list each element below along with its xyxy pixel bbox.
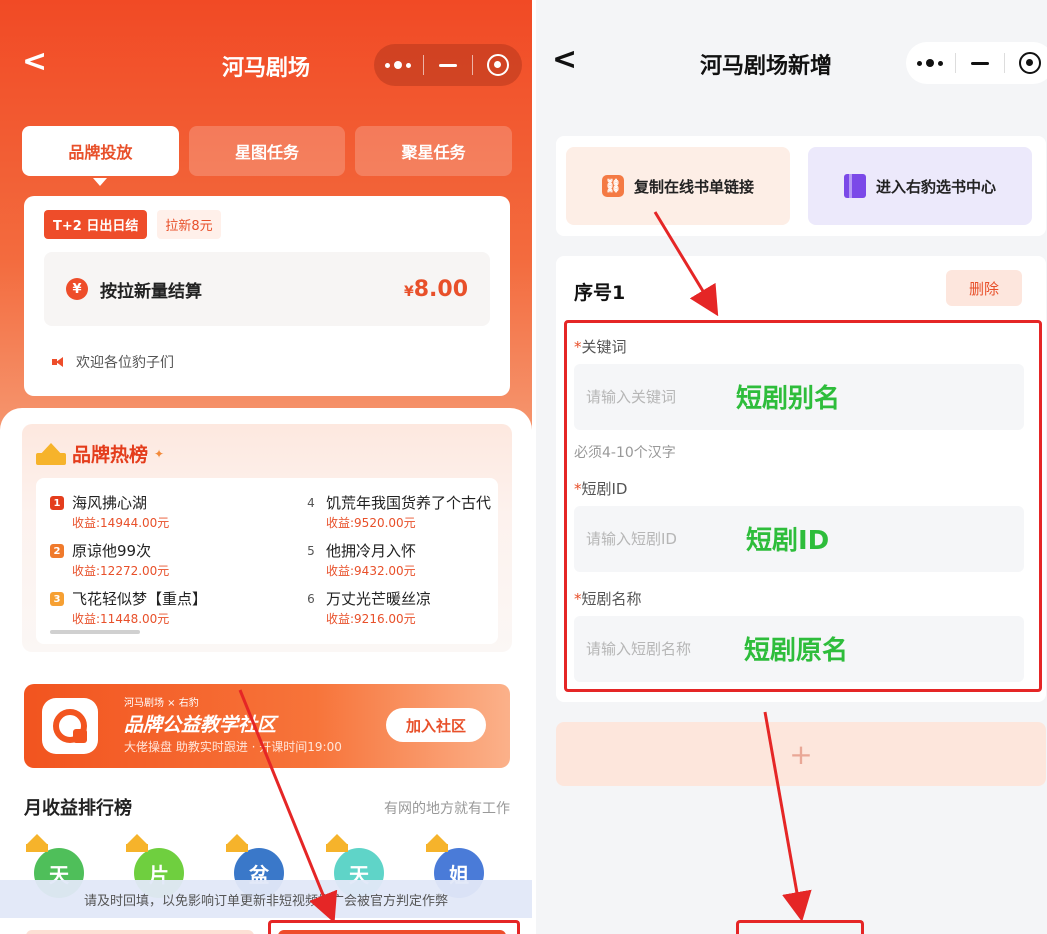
drama-income: 收益:9216.00元 (326, 612, 416, 626)
book-icon (843, 174, 866, 198)
coin-icon: ¥ (66, 278, 88, 300)
crown-icon (126, 834, 152, 852)
add-entry-button[interactable]: + (556, 722, 1046, 786)
entry-sequence-title: 序号1 (574, 282, 626, 304)
drama-income: 收益:11448.00元 (72, 612, 170, 626)
monthly-ranking-slogan: 有网的地方就有工作 (384, 801, 510, 817)
copy-link-label: 复制在线书单链接 (633, 177, 754, 196)
drama-income: 收益:14944.00元 (72, 516, 170, 530)
monthly-ranking-title: 月收益排行榜 (24, 798, 132, 819)
drama-name: 饥荒年我国货养了个古代 (326, 494, 492, 512)
drama-income: 收益:12272.00元 (72, 564, 170, 578)
community-title: 品牌公益教学社区 (124, 714, 277, 736)
community-subtitle: 大佬操盘 助教实时跟进 · 开课时间19:00 (124, 740, 342, 754)
notice-bar: 欢迎各位豹子们 (52, 352, 174, 372)
join-community-button[interactable]: 加入社区 (386, 708, 486, 742)
task-tabs: 品牌投放 星图任务 聚星任务 (22, 126, 513, 186)
mini-program-capsule (906, 42, 1047, 84)
settlement-card: T+2 日出日结 拉新8元 ¥ 按拉新量结算 ¥8.00 欢迎各位豹子们 (24, 196, 510, 396)
delete-button[interactable]: 删除 (946, 270, 1022, 306)
close-target-icon[interactable] (1005, 52, 1047, 74)
rank-badge: 2 (50, 544, 64, 558)
quick-actions: ⛓ 复制在线书单链接 进入右豹选书中心 (556, 136, 1046, 236)
minimize-icon[interactable] (424, 63, 473, 67)
crown-icon (26, 834, 52, 852)
community-tag: 河马剧场 × 右豹 (124, 698, 199, 709)
community-banner[interactable]: 河马剧场 × 右豹 品牌公益教学社区 大佬操盘 助教实时跟进 · 开课时间19:… (24, 684, 510, 768)
settlement-row[interactable]: ¥ 按拉新量结算 ¥8.00 (44, 252, 490, 326)
list-item[interactable]: 4 饥荒年我国货养了个古代 收益:9520.00元 (304, 492, 532, 538)
link-icon: ⛓ (601, 175, 624, 197)
speaker-icon (52, 357, 64, 367)
drama-name: 万丈光芒暖丝凉 (326, 590, 432, 608)
settlement-price: ¥8.00 (403, 276, 468, 302)
list-item[interactable]: 2 原谅他99次 收益:12272.00元 (50, 540, 280, 586)
sparkle-icon: ✦ (154, 446, 165, 461)
mini-program-capsule (374, 44, 522, 86)
rank-badge: 1 (50, 496, 64, 510)
list-item[interactable]: 3 飞花轻似梦【重点】 收益:11448.00元 (50, 588, 280, 634)
drama-name: 飞花轻似梦【重点】 (72, 590, 208, 608)
book-center-label: 进入右豹选书中心 (875, 177, 996, 196)
rank-number: 5 (307, 544, 315, 558)
settlement-badge: T+2 日出日结 (44, 210, 148, 239)
left-screen: < 河马剧场 品牌投放 星图任务 聚星任务 T+2 日出日结 拉新8元 ¥ 按拉… (0, 0, 532, 934)
form-highlight-box (564, 320, 1042, 692)
close-target-icon[interactable] (473, 54, 522, 76)
secondary-bottom-button[interactable] (26, 930, 254, 934)
tab-brand[interactable]: 品牌投放 (22, 126, 179, 186)
minimize-icon[interactable] (956, 61, 1005, 65)
crown-icon (36, 442, 66, 465)
settlement-label: 按拉新量结算 (100, 281, 202, 302)
bottom-button-highlight-box (268, 920, 520, 934)
crown-icon (326, 834, 352, 852)
tab-xingtu[interactable]: 星图任务 (188, 126, 346, 176)
copy-booklist-link-button[interactable]: ⛓ 复制在线书单链接 (566, 147, 790, 225)
rank-number: 6 (307, 592, 315, 606)
drama-income: 收益:9432.00元 (326, 564, 416, 578)
drama-name: 他拥冷月入怀 (326, 542, 417, 560)
book-center-button[interactable]: 进入右豹选书中心 (808, 147, 1032, 225)
more-icon[interactable] (374, 61, 423, 69)
bottom-notice: 请及时回填，以免影响订单更新非短视频推广会被官方判定作弊 (0, 880, 532, 918)
drama-name: 海风拂心湖 (72, 494, 148, 512)
horizontal-scrollbar[interactable] (50, 630, 140, 634)
drama-income: 收益:9520.00元 (326, 516, 416, 530)
list-item[interactable]: 1 海风拂心湖 收益:14944.00元 (50, 492, 280, 538)
rank-number: 4 (307, 496, 315, 510)
rank-badge: 3 (50, 592, 64, 606)
more-icon[interactable] (906, 59, 955, 67)
list-item[interactable]: 6 万丈光芒暖丝凉 收益:9216.00元 (304, 588, 532, 634)
submit-highlight-box (736, 920, 864, 934)
drama-name: 原谅他99次 (72, 542, 152, 560)
notice-text: 欢迎各位豹子们 (76, 355, 174, 371)
brand-hot-list: 品牌热榜 ✦ 1 海风拂心湖 收益:14944.00元 2 原谅他99次 收益:… (22, 424, 512, 652)
crown-icon (226, 834, 252, 852)
hot-list-body: 1 海风拂心湖 收益:14944.00元 2 原谅他99次 收益:12272.0… (36, 478, 498, 644)
community-logo (42, 698, 98, 754)
crown-icon (426, 834, 452, 852)
list-item[interactable]: 5 他拥冷月入怀 收益:9432.00元 (304, 540, 532, 586)
reward-badge: 拉新8元 (157, 210, 221, 239)
tab-juxing[interactable]: 聚星任务 (355, 126, 513, 176)
hot-list-title: 品牌热榜 (72, 444, 149, 466)
